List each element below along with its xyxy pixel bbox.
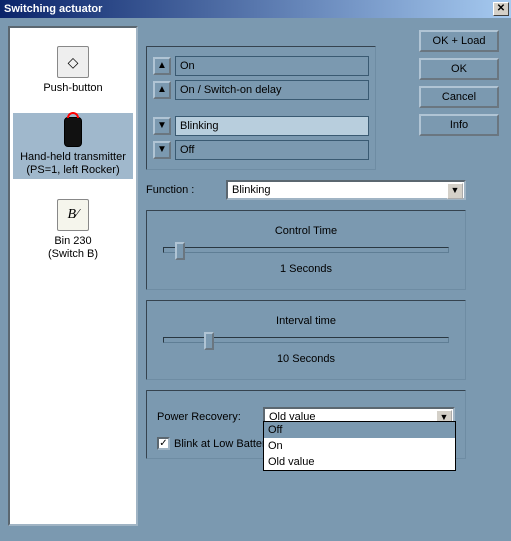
device-label: Push-button — [13, 82, 133, 95]
device-hand-held-transmitter[interactable]: Hand-held transmitter (PS=1, left Rocker… — [13, 113, 133, 179]
push-button-icon: ◇ — [57, 46, 89, 78]
power-recovery-dropdown[interactable]: Off On Old value — [263, 421, 456, 471]
device-bin-230[interactable]: B⁄ Bin 230 (Switch B) — [13, 195, 133, 263]
power-recovery-group: Power Recovery: Old value ▼ ✓ Blink at L… — [146, 390, 466, 459]
arrow-up-icon[interactable]: ▲ — [153, 57, 171, 75]
action-row-label: On — [175, 56, 369, 76]
ok-load-button[interactable]: OK + Load — [419, 30, 499, 52]
function-value: Blinking — [232, 184, 271, 196]
dialog-buttons: OK + Load OK Cancel Info — [419, 30, 499, 136]
settings-panel: OK + Load OK Cancel Info ▲ On ▲ On / Swi… — [146, 26, 503, 533]
action-row-label: On / Switch-on delay — [175, 80, 369, 100]
interval-time-group: Interval time 10 Seconds — [146, 300, 466, 380]
device-label: Hand-held transmitter (PS=1, left Rocker… — [13, 151, 133, 177]
action-row-label: Off — [175, 140, 369, 160]
device-list: ◇ Push-button Hand-held transmitter (PS=… — [8, 26, 138, 526]
info-button[interactable]: Info — [419, 114, 499, 136]
content-area: ◇ Push-button Hand-held transmitter (PS=… — [0, 18, 511, 541]
function-label: Function : — [146, 184, 226, 196]
action-row-blinking[interactable]: ▼ Blinking — [153, 115, 369, 137]
control-time-value: 1 Seconds — [157, 263, 455, 275]
device-label: Bin 230 (Switch B) — [13, 235, 133, 261]
window-title: Switching actuator — [4, 3, 493, 15]
cancel-button[interactable]: Cancel — [419, 86, 499, 108]
arrow-down-icon[interactable]: ▼ — [153, 141, 171, 159]
close-button[interactable]: ✕ — [493, 2, 509, 16]
interval-time-title: Interval time — [157, 315, 455, 327]
device-push-button[interactable]: ◇ Push-button — [13, 42, 133, 97]
interval-time-value: 10 Seconds — [157, 353, 455, 365]
bin-icon: B⁄ — [57, 199, 89, 231]
chevron-down-icon[interactable]: ▼ — [447, 183, 463, 199]
function-combo[interactable]: Blinking ▼ — [226, 180, 466, 200]
checkbox-icon[interactable]: ✓ — [157, 437, 170, 450]
dropdown-option-on[interactable]: On — [264, 438, 455, 454]
title-bar: Switching actuator ✕ — [0, 0, 511, 18]
dropdown-option-off[interactable]: Off — [264, 422, 455, 438]
slider-thumb[interactable] — [175, 242, 185, 260]
power-recovery-label: Power Recovery: — [157, 411, 263, 423]
action-list-group: ▲ On ▲ On / Switch-on delay ▼ Blinking ▼… — [146, 46, 376, 170]
action-row-label: Blinking — [175, 116, 369, 136]
arrow-down-icon[interactable]: ▼ — [153, 117, 171, 135]
remote-icon — [64, 117, 82, 147]
dropdown-option-old-value[interactable]: Old value — [264, 454, 455, 470]
interval-time-slider[interactable] — [163, 337, 449, 343]
control-time-slider[interactable] — [163, 247, 449, 253]
action-row-on-delay[interactable]: ▲ On / Switch-on delay — [153, 79, 369, 101]
slider-thumb[interactable] — [204, 332, 214, 350]
control-time-group: Control Time 1 Seconds — [146, 210, 466, 290]
ok-button[interactable]: OK — [419, 58, 499, 80]
arrow-up-icon[interactable]: ▲ — [153, 81, 171, 99]
action-row-on[interactable]: ▲ On — [153, 55, 369, 77]
function-row: Function : Blinking ▼ — [146, 180, 466, 200]
action-row-off[interactable]: ▼ Off — [153, 139, 369, 161]
control-time-title: Control Time — [157, 225, 455, 237]
